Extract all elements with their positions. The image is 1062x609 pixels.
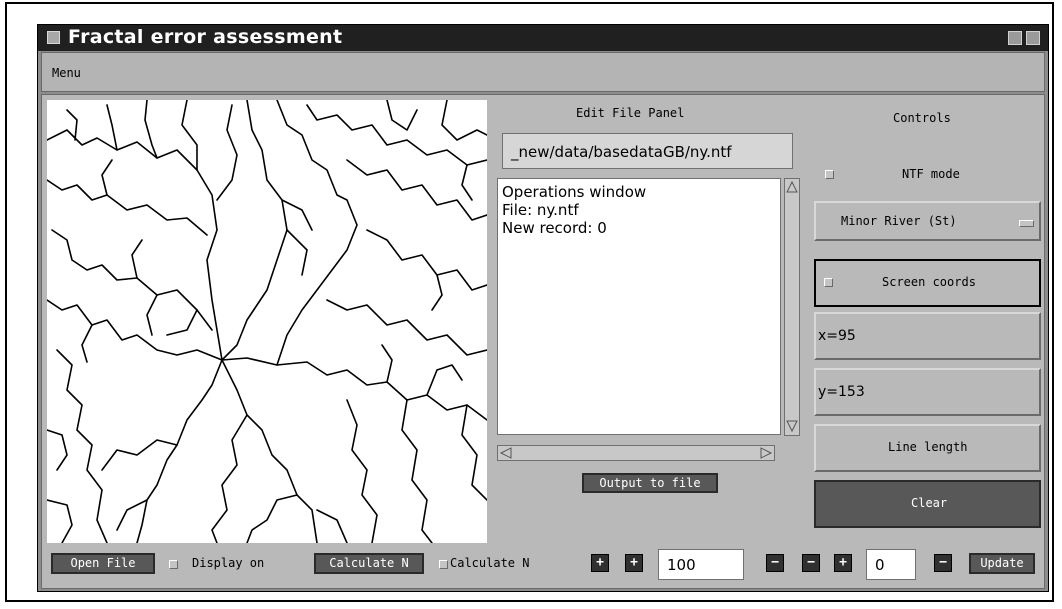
calculate-n-checkbox[interactable] [439,560,448,569]
calculate-n-button[interactable]: Calculate N [314,553,424,574]
edit-panel-heading: Edit File Panel [576,106,685,120]
value-field-1[interactable]: 100 [658,549,744,580]
window-menu-icon[interactable] [47,31,60,44]
feature-type-value: Minor River (St) [841,214,957,228]
dropdown-indicator-icon [1019,220,1034,227]
operations-window[interactable]: Operations window File: ny.ntf New recor… [497,178,781,435]
value-field-2[interactable]: 0 [866,549,916,580]
update-button[interactable]: Update [969,553,1035,574]
main-panel: Edit File Panel _new/data/basedataGB/ny.… [41,94,1045,589]
ops-line-3: New record: 0 [502,219,607,237]
ops-line-1: Operations window [502,183,647,201]
outer-frame: Fractal error assessment Menu Edit File … [5,2,1054,602]
increment-button-2[interactable]: + [625,554,643,572]
maximize-icon[interactable] [1026,31,1040,45]
x-coord-readout: x=95 [814,312,1041,360]
screen-coords-label: Screen coords [882,275,976,289]
ntf-mode-checkbox[interactable] [825,170,834,179]
y-coord-readout: y=153 [814,368,1041,416]
window-title: Fractal error assessment [68,26,343,48]
open-file-button[interactable]: Open File [51,553,155,574]
river-map-canvas[interactable] [47,100,487,543]
x-coord-value: x=95 [818,328,856,344]
decrement-button-1[interactable]: − [766,554,784,572]
minimize-icon[interactable] [1008,31,1022,45]
file-path-field[interactable]: _new/data/basedataGB/ny.ntf [502,133,793,169]
display-on-label: Display on [192,556,265,570]
app-window: Fractal error assessment Menu Edit File … [37,24,1049,592]
controls-heading: Controls [893,111,951,125]
menu-button[interactable]: Menu [52,66,81,80]
line-length-label: Line length [888,440,968,454]
clear-button[interactable]: Clear [814,480,1041,528]
decrement-button-3[interactable]: − [934,554,952,572]
ops-vertical-scrollbar[interactable] [784,178,800,436]
scroll-arrows-icon [786,180,798,433]
feature-type-select[interactable]: Minor River (St) [814,201,1041,241]
increment-button-3[interactable]: + [834,554,852,572]
decrement-button-2[interactable]: − [802,554,820,572]
title-bar[interactable]: Fractal error assessment [38,25,1048,51]
ntf-mode-label: NTF mode [902,167,960,181]
display-on-checkbox[interactable] [169,560,178,569]
ops-line-2: File: ny.ntf [502,201,579,219]
river-network-drawing [47,100,487,543]
increment-button-1[interactable]: + [591,554,609,572]
h-scroll-arrows-icon [499,447,773,459]
menu-bar: Menu [41,52,1045,92]
ops-horizontal-scrollbar[interactable] [497,445,775,461]
screen-coords-checkbox[interactable] [824,278,833,287]
output-to-file-button[interactable]: Output to file [582,473,718,493]
screen-coords-toggle[interactable]: Screen coords [814,259,1041,307]
clear-label: Clear [911,496,948,510]
y-coord-value: y=153 [818,384,865,400]
calculate-n-label: Calculate N [450,556,530,570]
line-length-button[interactable]: Line length [814,424,1041,472]
